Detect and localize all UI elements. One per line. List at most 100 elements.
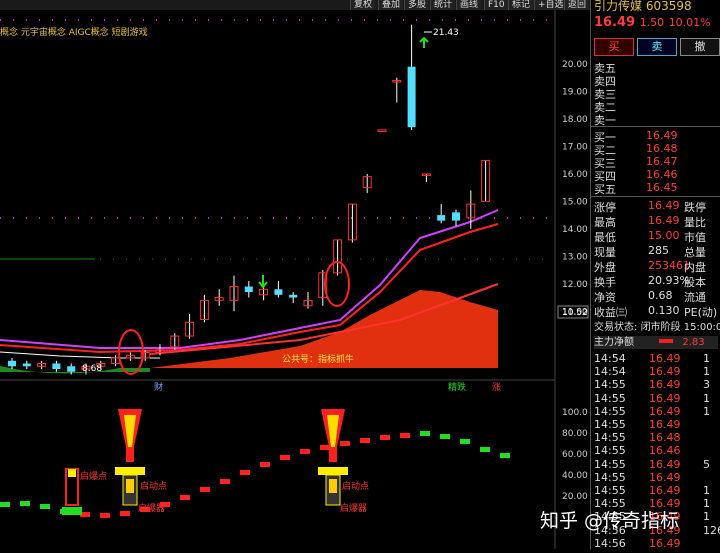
candle-body [289,294,298,298]
y-axis-tick: 12.00 [562,280,588,290]
buy-level-label: 买五 [594,183,616,196]
zhang-marker: 涨 [492,382,501,393]
stat-value: 15.00 [648,229,680,242]
toolbar-button-1[interactable]: 叠加 [378,0,404,10]
public-account: 公共号：指标抓牛 [282,353,354,365]
y-axis-tick: 15.00 [562,197,588,207]
candle-body [274,289,283,295]
stat-label: 最高 [594,216,616,229]
stat-value: 16.49 [648,199,680,212]
y-axis-tick: 18.00 [562,115,588,125]
qidian-label: 启爆点 [80,470,107,482]
indicator-dash [340,441,350,446]
tick-price: 16.49 [649,378,681,392]
trade-status-value: 闭市阶段 15:00:0 [640,322,720,333]
capsule-fill [126,479,134,493]
indicator-chart[interactable]: 启爆点 启动点 启动点 启爆器 启爆器 100.0 80.00 60.00 40.00 20.00 [0,407,590,549]
highlight-circle [324,261,350,307]
tick-price: 16.49 [649,457,681,471]
quote-panel: 引力传媒 603598 16.49 1.50 10.01% 买 卖 撤 卖五 卖四… [590,0,720,550]
tick-price: 16.49 [649,418,681,431]
tick-volume: 1 [703,484,710,497]
main-flow-value: 2.83 [682,337,705,348]
stat-label-2: PE(动) [684,306,718,319]
buy-button[interactable]: 买 [594,38,634,56]
y-axis-tick: 20.00 [562,60,588,70]
main-flow-label: 主力净额 [594,337,634,348]
y-axis-tick: 16.00 [562,170,588,180]
main-chart[interactable]: 21.43 8.68 公共号：指标抓牛财 精跌 涨 20.00 19.00 18.00 17.0… [0,10,590,407]
main-flow[interactable]: 主力净额 2.83 [594,336,718,349]
stock-title: 引力传媒 603598 [594,0,692,13]
capsule-fill [329,479,337,493]
stock-code: 603598 [645,0,692,13]
tick-volume: 1 [703,352,710,365]
indicator-dash [180,495,190,500]
stat-value: 16.49 [648,214,680,227]
indicator-dash [0,502,10,507]
indicator-dash [300,449,310,454]
tick-volume: 1 [703,510,710,524]
stat-label-2: 内盘 [684,261,706,274]
high-label: 21.43 [433,28,459,38]
tick-price: 16.48 [649,431,681,445]
stat-label: 外盘 [594,261,616,274]
candle-body [452,212,460,221]
indicator-dash [120,511,130,516]
buy-level-price: 16.48 [646,142,678,155]
price-change: 1.50 [639,16,665,29]
tick-price: 16.49 [649,536,681,550]
indicator-dash [440,434,450,439]
stock-name: 引力传媒 [594,0,643,13]
tick-price: 16.46 [649,444,681,458]
trade-status-label: 交易状态: [594,322,638,333]
toolbar-button-5[interactable]: F10 [484,0,508,10]
toolbar-button-4[interactable]: 画线 [456,0,482,10]
toolbar-button-6[interactable]: 标记 [508,0,534,10]
capsule-cap [318,467,348,475]
tick-time: 14:55 [594,391,626,405]
tick-volume: 1 [703,391,710,405]
tick-price: 16.49 [649,365,681,379]
sell-button[interactable]: 卖 [637,38,677,56]
down-arrow-icon [258,275,268,289]
candlestick-chart[interactable]: 21.43 8.68 公共号：指标抓牛财 精跌 涨 20.00 19.00 18.00 17.0… [0,10,590,407]
toolbar-button-0[interactable]: 复权 [350,0,376,10]
price-change-pct: 10.01% [668,16,711,29]
stat-label-2: 量比 [684,216,706,229]
cai-marker: 财 [154,381,163,393]
indicator-dash [40,504,50,509]
up-arrow-icon [419,36,429,48]
indicator-dash [500,453,510,458]
sub-y-tick: 60.00 [562,450,588,460]
candle-body [244,286,253,293]
indicator-dash [220,479,230,484]
price-line: 16.49 1.50 10.01% [594,16,711,29]
tick-time: 14:55 [594,457,626,471]
toolbar-button-2[interactable]: 多股 [404,0,430,10]
buy-level-price: 16.45 [646,181,678,194]
toolbar-button-8[interactable]: 返回 [564,0,590,10]
cancel-button[interactable]: 撤 [680,38,720,56]
indicator-svg[interactable]: 启爆点启动点 启动点启爆器 启爆器 100.0 80.00 60.00 40.00 20.00 [0,407,590,549]
tick-time: 14:55 [594,404,626,418]
buy-level-price: 16.49 [646,129,678,142]
indicator-dash [280,455,290,460]
tick-price: 16.49 [649,470,681,484]
stat-label: 最低 [594,231,616,244]
indicator-dash [260,462,270,467]
stat-label-2: 总量 [684,246,706,259]
qibao-label: 启爆器 [340,502,367,514]
stat-label-2: 股本 [684,276,706,289]
signal-base [62,507,82,515]
indicator-dash [380,435,390,440]
candle-body [8,360,16,367]
toolbar-button-7[interactable]: +自选 [534,0,567,10]
stat-value: 0.68 [648,289,673,302]
toolbar-button-3[interactable]: 统计 [430,0,456,10]
sub-y-tick: 40.00 [562,471,588,481]
tick-volume: 1 [703,404,710,418]
candle-body [377,129,387,132]
tick-volume: 126 [703,523,720,537]
sub-y-tick: 20.00 [562,492,588,502]
